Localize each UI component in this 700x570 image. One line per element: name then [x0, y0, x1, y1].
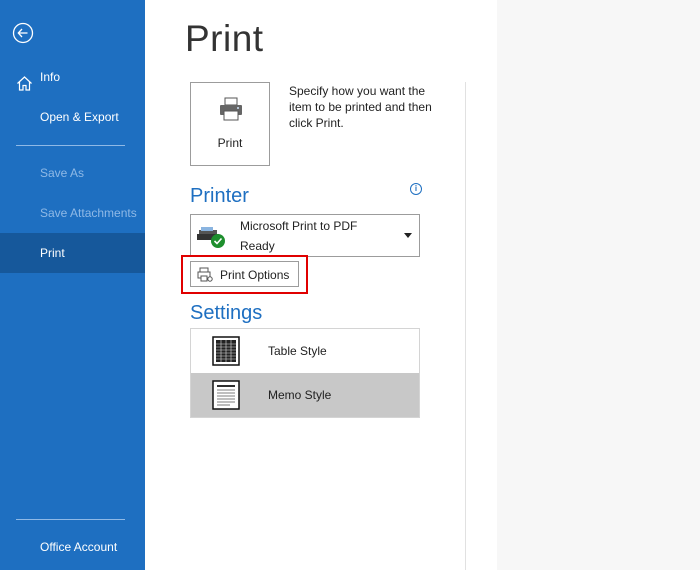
printer-dropdown[interactable]: Microsoft Print to PDF Ready [190, 214, 420, 257]
print-button-label: Print [217, 136, 243, 150]
print-preview-pane [497, 0, 700, 570]
printer-ready-icon [196, 224, 228, 255]
chevron-down-icon [404, 233, 412, 238]
printer-icon [218, 96, 244, 127]
back-arrow-icon[interactable] [12, 22, 34, 44]
print-style-list: Table Style Memo Style [190, 328, 420, 418]
sidebar-item-label: Open & Export [40, 110, 119, 124]
sidebar-item-info[interactable]: Info [0, 57, 145, 97]
style-label: Table Style [268, 344, 327, 358]
sidebar-item-label: Info [40, 70, 61, 84]
sidebar-divider [16, 145, 125, 146]
sidebar-item-label: Save Attachments [40, 206, 137, 220]
printer-heading: Printer [190, 185, 249, 207]
memo-style-item[interactable]: Memo Style [191, 373, 419, 417]
style-label: Memo Style [268, 388, 332, 402]
sidebar-item-label: Print [40, 246, 65, 260]
highlight-annotation [181, 255, 308, 294]
sidebar-item-label: Save As [40, 166, 85, 180]
sidebar-item-office-account[interactable]: Office Account [0, 527, 145, 567]
settings-heading: Settings [190, 302, 263, 324]
sidebar-item-open-export[interactable]: Open & Export [0, 97, 145, 137]
page-title: Print [185, 18, 264, 59]
sidebar-item-save-as: Save As [0, 153, 145, 193]
printer-status: Ready [240, 239, 275, 253]
sidebar-item-print[interactable]: Print [0, 233, 145, 273]
vertical-divider [465, 82, 466, 570]
memo-style-icon [212, 380, 240, 415]
sidebar-item-save-attachments: Save Attachments [0, 193, 145, 233]
info-icon[interactable]: i [410, 183, 422, 195]
backstage-sidebar: Info Open & Export Save As Save Attachme… [0, 0, 145, 570]
table-style-icon [212, 336, 240, 371]
print-description: Specify how you want the item to be prin… [289, 84, 432, 130]
printer-name: Microsoft Print to PDF [240, 219, 358, 233]
sidebar-divider [16, 519, 125, 520]
sidebar-item-label: Office Account [40, 540, 118, 554]
home-icon [16, 68, 33, 91]
table-style-item[interactable]: Table Style [191, 329, 419, 373]
print-button[interactable]: Print [190, 82, 270, 166]
